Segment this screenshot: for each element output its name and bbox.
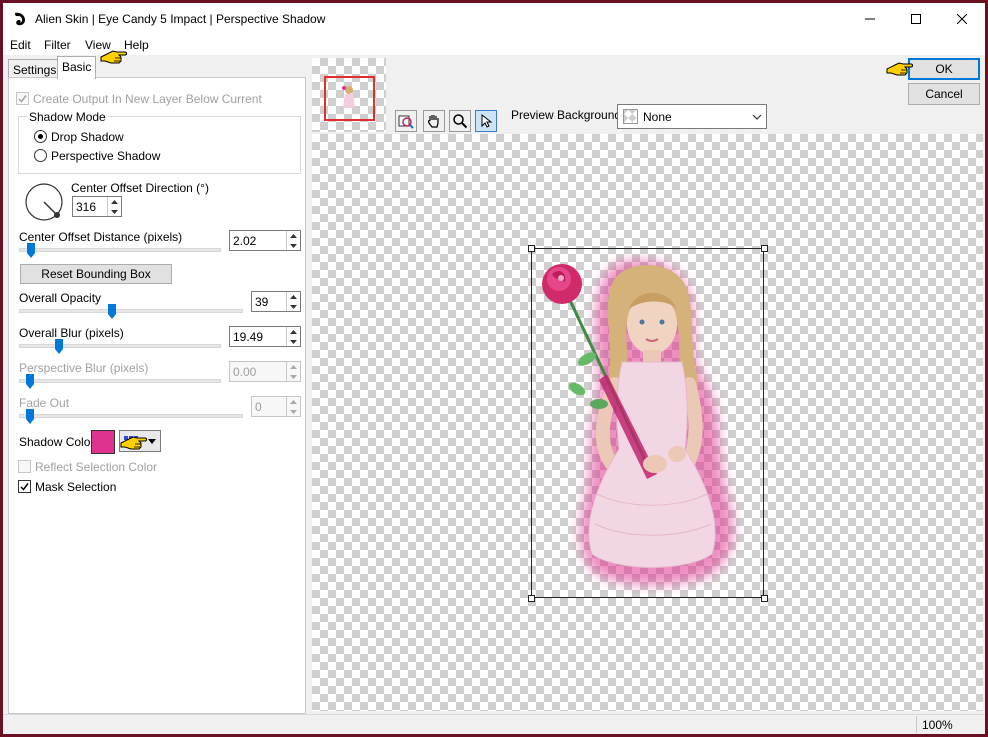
spin-down-icon xyxy=(287,407,300,416)
fade-out-label: Fade Out xyxy=(19,396,70,410)
center-offset-direction-label: Center Offset Direction (°) xyxy=(71,181,209,195)
preview-image-girl-with-rose xyxy=(542,260,734,586)
pointing-hand-icon xyxy=(886,62,913,76)
minimize-button[interactable] xyxy=(847,3,893,35)
checkmark-icon xyxy=(18,95,27,103)
fade-out-thumb xyxy=(26,409,34,424)
center-offset-distance-track[interactable] xyxy=(19,248,221,252)
tab-basic[interactable]: Basic xyxy=(57,56,97,79)
title-bar: Alien Skin | Eye Candy 5 Impact | Perspe… xyxy=(3,3,985,35)
app-logo-icon xyxy=(15,12,25,26)
perspective-blur-thumb xyxy=(26,374,34,389)
center-offset-distance-label: Center Offset Distance (pixels) xyxy=(19,230,183,244)
spin-up-icon xyxy=(287,397,300,406)
mask-selection-label: Mask Selection xyxy=(35,480,117,494)
overall-opacity-label: Overall Opacity xyxy=(19,291,102,305)
spin-down-icon[interactable] xyxy=(287,337,300,346)
spin-down-icon[interactable] xyxy=(287,241,300,250)
direction-dial[interactable] xyxy=(24,182,64,222)
reflect-selection-color-checkbox xyxy=(18,460,31,473)
shadow-color-label: Shadow Color xyxy=(19,435,95,449)
menu-bar: Edit Filter View Help xyxy=(3,35,985,55)
dropdown-arrow-icon xyxy=(148,439,156,444)
status-bar xyxy=(3,714,985,734)
center-offset-distance-thumb[interactable] xyxy=(27,243,35,258)
zoom-icon xyxy=(453,114,468,129)
chevron-down-icon xyxy=(752,114,762,120)
mask-selection-checkbox[interactable] xyxy=(18,480,31,493)
basic-settings-panel: Create Output In New Layer Below Current… xyxy=(8,77,306,714)
fade-out-input: 0 xyxy=(251,396,301,417)
create-output-checkbox[interactable] xyxy=(16,92,29,105)
minimize-icon xyxy=(865,18,875,20)
fade-out-track xyxy=(19,414,243,418)
drop-shadow-label: Drop Shadow xyxy=(51,130,124,144)
spin-up-icon[interactable] xyxy=(287,231,300,240)
overall-opacity-thumb[interactable] xyxy=(108,304,116,319)
tab-settings[interactable]: Settings xyxy=(8,59,62,79)
spin-down-icon[interactable] xyxy=(287,302,300,311)
checkmark-icon xyxy=(20,483,29,491)
navigator-thumbnail[interactable] xyxy=(312,58,386,132)
reset-bounding-box-button[interactable]: Reset Bounding Box xyxy=(20,264,172,284)
preview-background-select[interactable]: None xyxy=(617,104,767,129)
create-output-label: Create Output In New Layer Below Current xyxy=(33,92,262,106)
overall-blur-thumb[interactable] xyxy=(55,339,63,354)
window-title: Alien Skin | Eye Candy 5 Impact | Perspe… xyxy=(35,12,326,26)
menu-filter[interactable]: Filter xyxy=(44,38,71,52)
spin-up-icon[interactable] xyxy=(287,327,300,336)
perspective-blur-label: Perspective Blur (pixels) xyxy=(19,361,149,375)
overall-blur-label: Overall Blur (pixels) xyxy=(19,326,124,340)
preview-background-label: Preview Background: xyxy=(511,108,625,122)
preview-canvas[interactable] xyxy=(312,134,983,711)
overall-blur-input[interactable]: 19.49 xyxy=(229,326,301,347)
hand-pan-tool-button[interactable] xyxy=(423,110,445,132)
bounding-box-handle[interactable] xyxy=(761,595,768,602)
select-tool-button[interactable] xyxy=(475,110,497,132)
bounding-box-handle[interactable] xyxy=(528,595,535,602)
shadow-color-swatch[interactable] xyxy=(91,430,115,454)
shadow-mode-label: Shadow Mode xyxy=(27,110,108,124)
perspective-shadow-label: Perspective Shadow xyxy=(51,149,161,163)
maximize-button[interactable] xyxy=(893,3,939,35)
overall-opacity-track[interactable] xyxy=(19,309,243,313)
pointing-hand-icon xyxy=(120,436,147,450)
navigate-icon xyxy=(398,115,414,129)
arrow-select-icon xyxy=(481,113,493,128)
navigate-tool-button[interactable] xyxy=(395,110,417,132)
spin-up-icon xyxy=(287,362,300,371)
bounding-box-handle[interactable] xyxy=(761,245,768,252)
hand-pan-icon xyxy=(427,115,439,128)
center-offset-distance-input[interactable]: 2.02 xyxy=(229,230,301,251)
zoom-level: 100% xyxy=(916,716,968,733)
checker-swatch-icon xyxy=(623,109,638,124)
spin-down-icon xyxy=(287,372,300,381)
thumbnail-figure xyxy=(342,86,355,108)
overall-opacity-input[interactable]: 39 xyxy=(251,291,301,312)
spin-up-icon[interactable] xyxy=(108,197,121,206)
close-icon xyxy=(957,14,967,24)
pointing-hand-icon xyxy=(100,50,127,64)
reflect-selection-color-label: Reflect Selection Color xyxy=(35,460,158,474)
zoom-tool-button[interactable] xyxy=(449,110,471,132)
eye-candy-window: Alien Skin | Eye Candy 5 Impact | Perspe… xyxy=(3,3,985,734)
maximize-icon xyxy=(911,14,921,24)
cancel-button[interactable]: Cancel xyxy=(908,83,980,105)
spin-up-icon[interactable] xyxy=(287,292,300,301)
overall-blur-track[interactable] xyxy=(19,344,221,348)
menu-edit[interactable]: Edit xyxy=(10,38,31,52)
spin-down-icon[interactable] xyxy=(108,207,121,216)
perspective-blur-track xyxy=(19,379,221,383)
center-offset-direction-input[interactable]: 316 xyxy=(72,196,122,217)
ok-button[interactable]: OK xyxy=(908,58,980,80)
bounding-box-handle[interactable] xyxy=(528,245,535,252)
perspective-shadow-radio[interactable] xyxy=(34,149,47,162)
drop-shadow-radio[interactable] xyxy=(34,130,47,143)
close-button[interactable] xyxy=(939,3,985,35)
shadow-mode-group xyxy=(18,116,301,174)
perspective-blur-input: 0.00 xyxy=(229,361,301,382)
